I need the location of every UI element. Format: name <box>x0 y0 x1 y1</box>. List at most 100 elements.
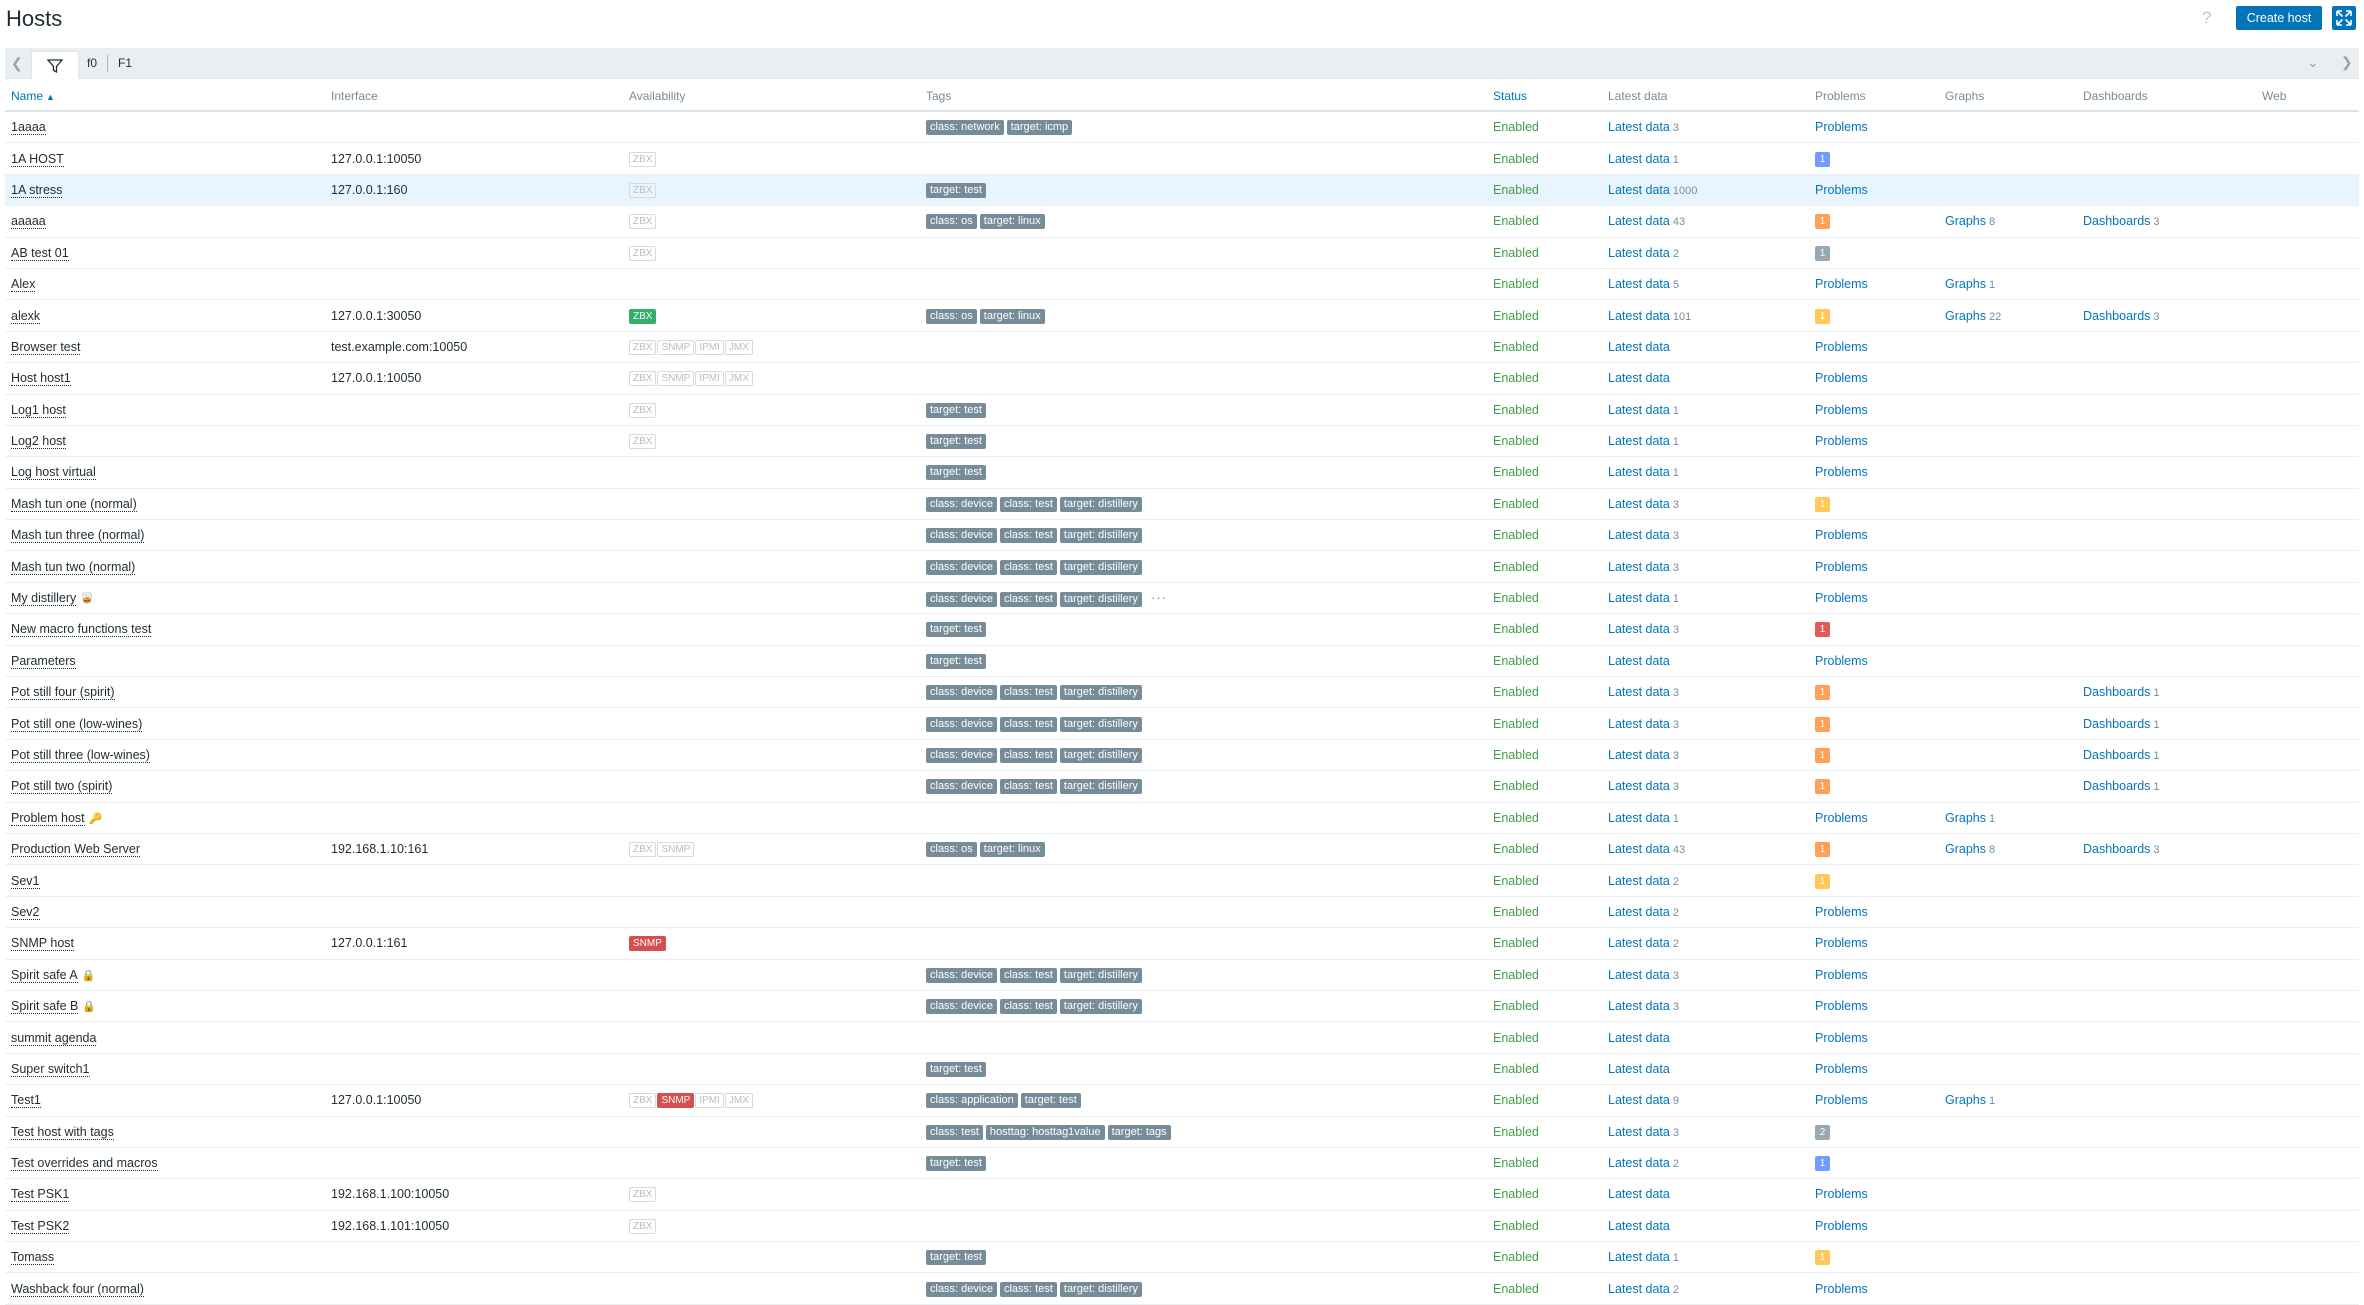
problem-severity-badge[interactable]: 2 <box>1815 1124 1830 1140</box>
host-name-link[interactable]: My distillery <box>11 591 77 607</box>
host-tag[interactable]: class: device <box>926 779 997 795</box>
availability-badge[interactable]: SNMP <box>657 842 695 858</box>
availability-badge[interactable]: JMX <box>724 339 753 355</box>
availability-badge[interactable]: IPMI <box>695 371 724 387</box>
problems-link[interactable]: Problems <box>1815 277 1868 291</box>
host-tag[interactable]: class: test <box>926 1124 983 1140</box>
latest-data-link[interactable]: Latest data <box>1608 152 1670 166</box>
host-tag[interactable]: class: test <box>999 748 1057 763</box>
status-toggle[interactable]: Enabled <box>1493 905 1539 919</box>
dashboards-link[interactable]: Dashboards <box>2083 214 2150 228</box>
status-toggle[interactable]: Enabled <box>1493 936 1539 950</box>
graphs-link[interactable]: Graphs <box>1945 1093 1986 1107</box>
availability-badge[interactable]: ZBX <box>629 842 657 858</box>
chevron-down-icon[interactable]: ⌄ <box>2307 54 2319 71</box>
availability-badge[interactable]: ZBX <box>629 402 657 418</box>
host-tag[interactable]: target: distillery <box>1059 999 1142 1015</box>
problems-link[interactable]: Problems <box>1815 936 1868 950</box>
problem-severity-badge[interactable]: 1 <box>1815 151 1830 167</box>
availability-badge[interactable]: ZBX <box>629 434 657 450</box>
host-tag[interactable]: target: distillery <box>1059 748 1142 763</box>
latest-data-link[interactable]: Latest data <box>1608 277 1670 291</box>
status-toggle[interactable]: Enabled <box>1493 1125 1539 1139</box>
chevron-right-icon[interactable]: ❯ <box>2341 54 2353 71</box>
host-tag[interactable]: class: device <box>926 559 997 575</box>
host-tag[interactable]: class: test <box>999 716 1057 732</box>
latest-data-link[interactable]: Latest data <box>1608 309 1670 323</box>
host-tag[interactable]: class: os <box>926 842 977 858</box>
problem-severity-badge[interactable]: 1 <box>1815 214 1830 230</box>
status-toggle[interactable]: Enabled <box>1493 968 1539 982</box>
availability-badge[interactable]: ZBX <box>629 1187 657 1203</box>
status-toggle[interactable]: Enabled <box>1493 528 1539 542</box>
host-tag[interactable]: class: test <box>999 591 1057 607</box>
latest-data-link[interactable]: Latest data <box>1608 1093 1670 1107</box>
host-tag[interactable]: target: test <box>926 653 986 669</box>
latest-data-link[interactable]: Latest data <box>1608 1156 1670 1170</box>
graphs-link[interactable]: Graphs <box>1945 214 1986 228</box>
host-tag[interactable]: hosttag: hosttag1value <box>985 1124 1105 1140</box>
graphs-link[interactable]: Graphs <box>1945 277 1986 291</box>
host-name-link[interactable]: Alex <box>11 277 36 293</box>
problems-link[interactable]: Problems <box>1815 528 1868 542</box>
latest-data-link[interactable]: Latest data <box>1608 403 1670 417</box>
host-name-link[interactable]: Log1 host <box>11 402 66 418</box>
host-tag[interactable]: class: os <box>926 214 977 230</box>
problems-link[interactable]: Problems <box>1815 999 1868 1013</box>
more-tags-icon[interactable]: ··· <box>1151 590 1167 605</box>
status-toggle[interactable]: Enabled <box>1493 340 1539 354</box>
status-toggle[interactable]: Enabled <box>1493 1250 1539 1264</box>
status-toggle[interactable]: Enabled <box>1493 1156 1539 1170</box>
host-tag[interactable]: target: test <box>1020 1093 1081 1109</box>
latest-data-link[interactable]: Latest data <box>1608 120 1670 134</box>
latest-data-link[interactable]: Latest data <box>1608 340 1670 354</box>
host-name-link[interactable]: Browser test <box>11 339 81 355</box>
problems-link[interactable]: Problems <box>1815 1062 1868 1076</box>
latest-data-link[interactable]: Latest data <box>1608 905 1670 919</box>
problems-link[interactable]: Problems <box>1815 905 1868 919</box>
latest-data-link[interactable]: Latest data <box>1608 560 1670 574</box>
host-tag[interactable]: class: network <box>926 120 1004 136</box>
latest-data-link[interactable]: Latest data <box>1608 246 1670 260</box>
problem-severity-badge[interactable]: 1 <box>1815 308 1830 324</box>
problem-severity-badge[interactable]: 1 <box>1815 1250 1830 1266</box>
host-name-link[interactable]: Super switch1 <box>11 1061 90 1077</box>
status-toggle[interactable]: Enabled <box>1493 779 1539 793</box>
host-name-link[interactable]: Test PSK2 <box>11 1218 70 1234</box>
problem-severity-badge[interactable]: 1 <box>1815 779 1830 795</box>
host-name-link[interactable]: Mash tun three (normal) <box>11 528 145 544</box>
host-tag[interactable]: class: test <box>999 559 1057 575</box>
host-tag[interactable]: target: distillery <box>1059 779 1142 795</box>
host-tag[interactable]: target: distillery <box>1059 716 1142 732</box>
availability-badge[interactable]: SNMP <box>657 339 695 355</box>
chevron-left-icon[interactable]: ❮ <box>11 55 23 72</box>
host-tag[interactable]: class: device <box>926 1281 997 1297</box>
host-tag[interactable]: class: device <box>926 999 997 1015</box>
latest-data-link[interactable]: Latest data <box>1608 1125 1670 1139</box>
problem-severity-badge[interactable]: 1 <box>1815 1156 1830 1172</box>
status-toggle[interactable]: Enabled <box>1493 811 1539 825</box>
host-name-link[interactable]: Test host with tags <box>11 1124 114 1140</box>
host-tag[interactable]: target: linux <box>979 842 1045 858</box>
host-name-link[interactable]: summit agenda <box>11 1030 97 1046</box>
status-toggle[interactable]: Enabled <box>1493 277 1539 291</box>
host-name-link[interactable]: Mash tun two (normal) <box>11 559 136 575</box>
problem-severity-badge[interactable]: 1 <box>1815 622 1830 638</box>
filter-tab[interactable] <box>31 51 79 79</box>
problems-link[interactable]: Problems <box>1815 591 1868 605</box>
latest-data-link[interactable]: Latest data <box>1608 622 1670 636</box>
host-tag[interactable]: target: test <box>926 182 986 198</box>
host-tag[interactable]: target: distillery <box>1059 496 1142 512</box>
status-toggle[interactable]: Enabled <box>1493 842 1539 856</box>
latest-data-link[interactable]: Latest data <box>1608 371 1670 385</box>
host-tag[interactable]: target: test <box>926 1061 986 1077</box>
problem-severity-badge[interactable]: 1 <box>1815 716 1830 732</box>
latest-data-link[interactable]: Latest data <box>1608 1062 1670 1076</box>
host-tag[interactable]: target: test <box>926 465 986 481</box>
availability-badge[interactable]: ZBX <box>629 182 657 198</box>
latest-data-link[interactable]: Latest data <box>1608 214 1670 228</box>
host-tag[interactable]: class: device <box>926 591 997 607</box>
host-tag[interactable]: class: test <box>999 496 1057 512</box>
host-tag[interactable]: target: distillery <box>1059 559 1142 575</box>
latest-data-link[interactable]: Latest data <box>1608 1219 1670 1233</box>
